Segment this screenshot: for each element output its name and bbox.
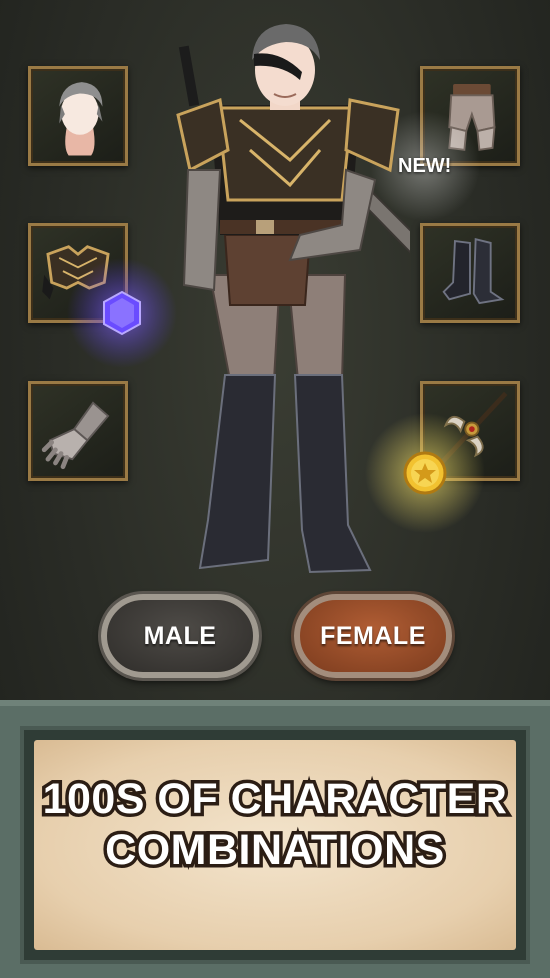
banner-headline: 100S OF CHARACTER COMBINATIONS xyxy=(0,772,550,878)
slot-gloves[interactable] xyxy=(28,381,128,481)
slot-hair[interactable] xyxy=(28,66,128,166)
halberd-icon xyxy=(434,391,508,471)
slot-weapon[interactable] xyxy=(420,381,520,481)
slot-body-armor[interactable] xyxy=(28,223,128,323)
hair-head-icon xyxy=(59,82,103,156)
banner-line-1: 100S OF CHARACTER xyxy=(39,772,510,827)
female-button[interactable]: FEMALE xyxy=(294,594,452,678)
chest-armor-icon xyxy=(42,245,110,300)
slot-pants[interactable] xyxy=(420,66,520,166)
gauntlet-icon xyxy=(41,401,110,470)
male-button[interactable]: MALE xyxy=(101,594,259,678)
character-preview[interactable] xyxy=(170,20,410,585)
pants-icon xyxy=(448,84,496,151)
promo-banner: 100S OF CHARACTER COMBINATIONS xyxy=(0,700,550,978)
boots-icon xyxy=(442,237,505,305)
slot-boots[interactable] xyxy=(420,223,520,323)
banner-line-2: COMBINATIONS xyxy=(102,823,448,878)
